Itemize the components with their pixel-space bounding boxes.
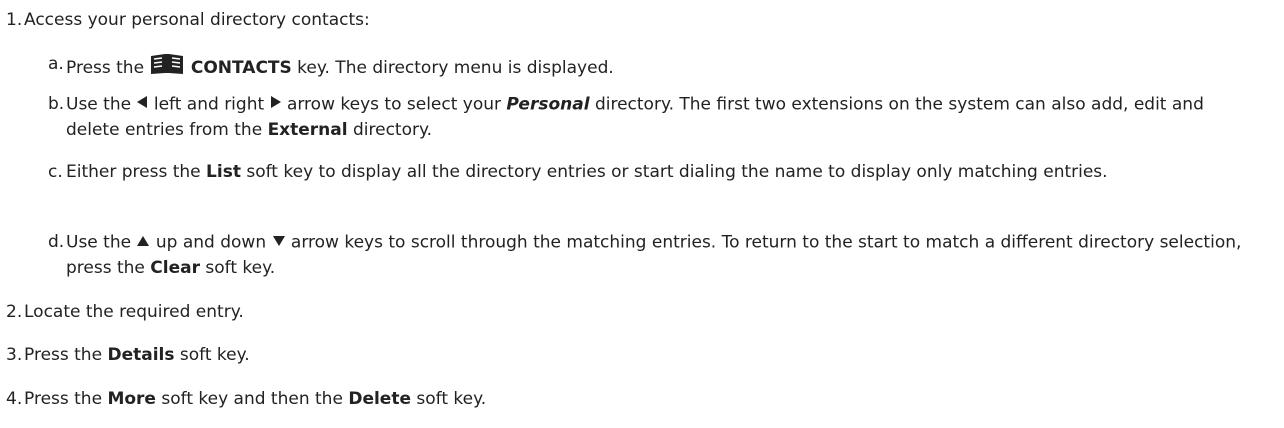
delete-softkey-label: Delete [348,389,411,409]
external-directory-label: External [267,119,348,140]
step-number: 2. [6,302,23,322]
more-softkey-label: More [107,389,156,409]
details-softkey-label: Details [107,345,175,365]
left-arrow-icon [136,92,148,117]
contacts-key-label: CONTACTS [190,58,292,78]
step-number: 4. [6,389,23,409]
step-text: Locate the required entry. [24,302,244,322]
right-arrow-icon [270,92,282,117]
step-number: 3. [6,345,23,365]
substep-letter: b. [48,94,65,114]
substep-letter: c. [48,162,63,182]
book-icon [149,52,185,84]
instructions: 1. Access your personal directory contac… [0,0,1284,428]
personal-directory-label: Personal [506,94,590,115]
substep-letter: d. [48,232,65,252]
down-arrow-icon [272,230,286,255]
substep-letter: a. [48,54,64,74]
step-text: Access your personal directory contacts: [24,10,370,30]
clear-softkey-label: Clear [150,257,200,278]
step-number: 1. [6,10,23,30]
up-arrow-icon [136,230,150,255]
list-softkey-label: List [206,162,241,182]
